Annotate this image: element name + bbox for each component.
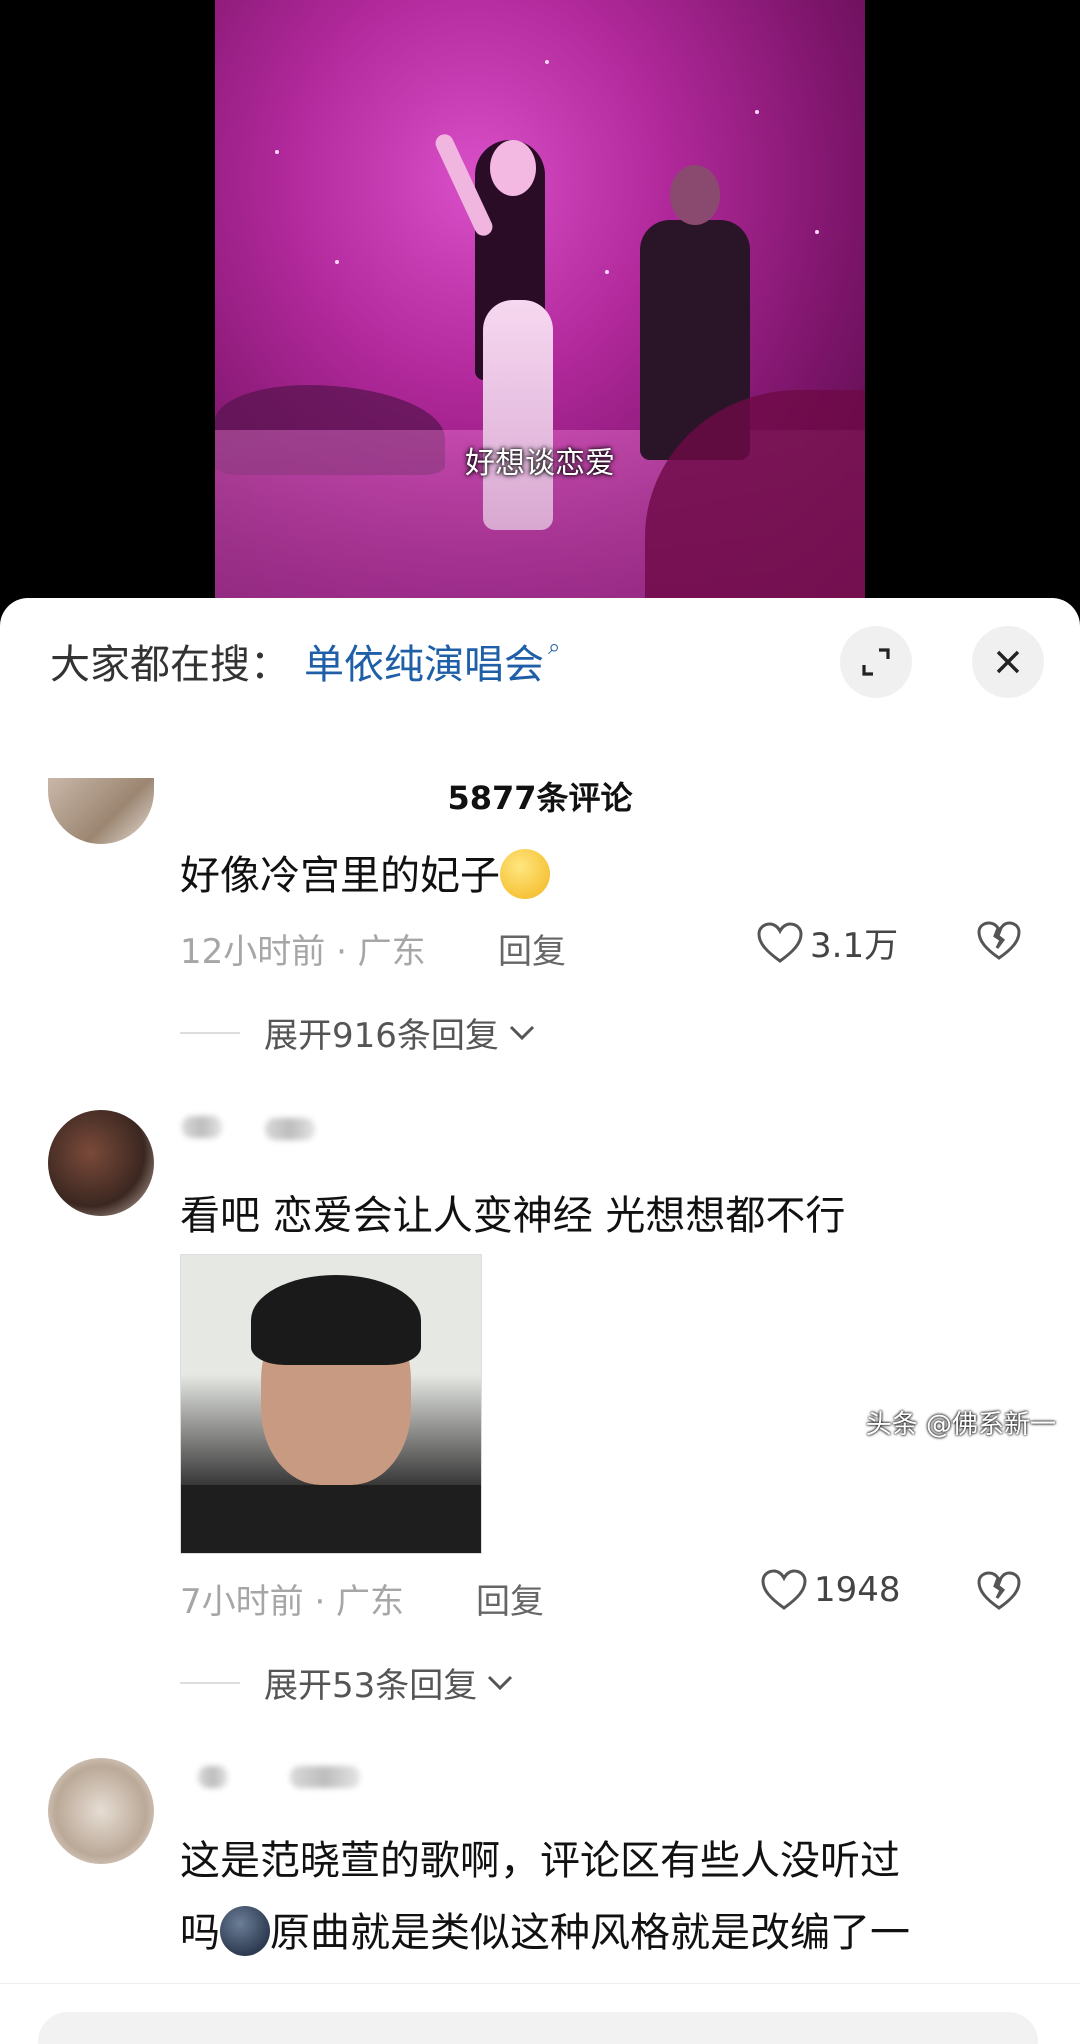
like-count: 1948 (814, 1570, 901, 1610)
comment-text: 看吧 恋爱会让人变神经 光想想都不行 (180, 1193, 846, 1239)
comment-text-line-2: 吗原曲就是类似这种风格就是改编了一 (180, 1900, 910, 1960)
new-moon-face-emoji-icon (220, 1906, 270, 1956)
dislike-button[interactable] (976, 1570, 1022, 1616)
avatar[interactable] (48, 1758, 154, 1864)
username-blurred (198, 1766, 228, 1788)
comment-meta: 12小时前 · 广东 (180, 932, 426, 972)
avatar[interactable] (48, 778, 154, 844)
like-button[interactable]: 3.1万 (756, 918, 898, 967)
chevron-down-icon (509, 1025, 534, 1040)
expand-icon (862, 648, 890, 676)
heart-icon (761, 1569, 807, 1610)
reply-button[interactable]: 回复 (476, 1574, 544, 1623)
comment-input-bar (0, 1983, 1080, 2044)
expand-replies-label: 展开53条回复 (264, 1666, 478, 1706)
like-count: 3.1万 (810, 926, 899, 966)
search-suggestion-label: 大家都在搜： (50, 642, 290, 688)
expand-replies-button[interactable]: 展开53条回复 (180, 1658, 515, 1707)
close-button[interactable] (972, 626, 1044, 698)
comments-sheet: 大家都在搜： 单依纯演唱会 ⌕ 5877条评论 好像冷宫里的妃子 12小时前 ·… (0, 598, 1080, 2044)
divider-line (180, 1681, 240, 1684)
comment-image[interactable] (180, 1254, 482, 1554)
video-player[interactable]: 好想谈恋爱 (0, 0, 1080, 600)
expand-replies-button[interactable]: 展开916条回复 (180, 1008, 537, 1057)
close-icon (996, 650, 1020, 674)
expand-button[interactable] (840, 626, 912, 698)
username-blurred (182, 1116, 222, 1138)
dizzy-face-emoji-icon (500, 849, 550, 899)
divider-line (180, 1031, 240, 1034)
video-frame (215, 0, 865, 600)
singer-figure (432, 130, 575, 550)
search-icon: ⌕ (548, 634, 561, 660)
comment-count: 5877条评论 (447, 779, 633, 817)
heart-icon (757, 921, 803, 963)
expand-replies-label: 展开916条回复 (264, 1016, 499, 1056)
broken-heart-icon (977, 921, 1021, 960)
dislike-button[interactable] (976, 920, 1022, 966)
search-suggestion[interactable]: 大家都在搜： 单依纯演唱会 ⌕ (50, 634, 561, 689)
avatar[interactable] (48, 1110, 154, 1216)
chevron-down-icon (488, 1675, 513, 1690)
reply-button[interactable]: 回复 (498, 924, 566, 973)
comment-input-field[interactable] (38, 2012, 1038, 2044)
broken-heart-icon (977, 1571, 1021, 1610)
comment-text: 好像冷宫里的妃子 (180, 843, 550, 903)
video-subtitle: 好想谈恋爱 (465, 446, 615, 481)
username-blurred (290, 1766, 360, 1788)
username-blurred (265, 1118, 315, 1140)
search-suggestion-term[interactable]: 单依纯演唱会 (304, 632, 544, 690)
like-button[interactable]: 1948 (760, 1568, 901, 1612)
comment-text-line-1: 这是范晓萱的歌啊，评论区有些人没听过 (180, 1838, 900, 1884)
comment-meta: 7小时前 · 广东 (180, 1582, 405, 1622)
watermark: 头条 @佛系新一 (865, 1410, 1056, 1440)
